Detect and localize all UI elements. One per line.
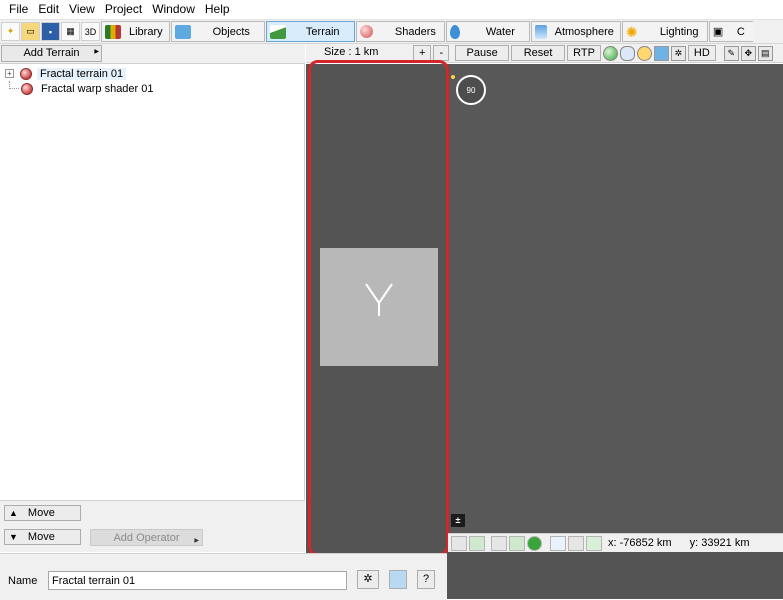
cloud-preview-icon[interactable] [619, 45, 635, 61]
tab-terrain[interactable]: Terrain [265, 21, 355, 42]
tab-lighting[interactable]: ✺ Lighting [621, 21, 708, 42]
brush-icon[interactable]: ✎ [723, 45, 739, 61]
terrain-node-icon [20, 67, 32, 80]
tab-shaders-label: Shaders [394, 25, 436, 38]
viewport-status-bar: x: -76852 km y: 33921 km [448, 533, 783, 552]
tab-water-label: Water [485, 25, 515, 38]
camera-view-icon[interactable] [451, 535, 467, 551]
water-icon [449, 24, 460, 39]
zoom-toggle-icon[interactable]: ± [451, 514, 465, 527]
move-down-button[interactable]: ▼ Move [4, 529, 81, 545]
refresh-icon[interactable] [527, 535, 542, 551]
name-label: Name [8, 575, 38, 587]
add-operator-button[interactable]: Add Operator ▶ [90, 529, 203, 546]
zoom-out-button[interactable]: - [433, 45, 450, 61]
tab-lighting-label: Lighting [659, 25, 699, 38]
help-button[interactable]: ? [417, 570, 435, 589]
preview-button[interactable] [389, 570, 407, 589]
hd-button[interactable]: HD [687, 45, 716, 61]
dropdown-arrow-icon: ▶ [194, 538, 199, 544]
arrow-down-icon: ▼ [9, 532, 18, 542]
menu-bar: File Edit View Project Window Help [0, 0, 783, 18]
view-options-icon[interactable]: ▤ [757, 45, 773, 61]
move-up-button[interactable]: ▲ Move [4, 505, 81, 521]
tree-item-label: Fractal warp shader 01 [41, 82, 154, 95]
tab-library[interactable]: Library [101, 21, 170, 42]
new-project-icon[interactable]: ✦ [1, 22, 20, 41]
tab-objects[interactable]: Objects [170, 21, 265, 42]
open-project-icon[interactable]: ▭ [21, 22, 40, 41]
tree-item-fractal-warp-shader[interactable]: Fractal warp shader 01 [9, 80, 157, 96]
3d-preview-icon[interactable]: 3D [81, 22, 100, 41]
terrain-tree: + Fractal terrain 01 Fractal warp shader… [0, 64, 305, 500]
fullscreen-icon[interactable] [568, 535, 584, 551]
tree-item-fractal-terrain[interactable]: + Fractal terrain 01 [5, 66, 127, 81]
move-tool-icon[interactable]: ✥ [740, 45, 756, 61]
compass-value: 90 [466, 85, 476, 95]
add-terrain-label: Add Terrain [23, 47, 80, 59]
terrain-view-icon[interactable] [469, 535, 485, 551]
menu-edit[interactable]: Edit [33, 0, 64, 18]
camera-terrain-icon[interactable] [491, 535, 507, 551]
x-coordinate: x: -76852 km [608, 537, 672, 549]
eye-icon[interactable] [550, 535, 566, 551]
rtp-button[interactable]: RTP [567, 45, 601, 61]
tab-objects-label: Objects [212, 25, 250, 38]
expand-icon[interactable]: + [5, 69, 14, 78]
dropdown-arrow-icon: ▶ [94, 49, 99, 55]
arrow-up-icon: ▲ [9, 508, 18, 518]
render-settings-icon[interactable]: ▦ [61, 22, 80, 41]
library-icon [105, 24, 121, 39]
cube-preview-icon[interactable] [653, 45, 669, 61]
menu-project[interactable]: Project [100, 0, 147, 18]
save-icon[interactable]: ▪ [41, 22, 60, 41]
tab-library-label: Library [129, 25, 163, 38]
atmosphere-icon [534, 24, 547, 39]
operator-panel: ▲ Move ▼ Move Add Operator ▶ [0, 500, 305, 552]
move-up-label: Move [27, 507, 55, 519]
sun-preview-icon[interactable] [636, 45, 652, 61]
tab-terrain-label: Terrain [305, 25, 340, 38]
add-terrain-button[interactable]: Add Terrain ▶ [1, 45, 102, 62]
main-toolbar: ✦ ▭ ▪ ▦ 3D Library Objects Terrain Shade… [0, 19, 783, 44]
pause-button[interactable]: Pause [455, 45, 510, 61]
curve-icon[interactable] [586, 535, 602, 551]
tab-shaders[interactable]: Shaders [355, 21, 445, 42]
terrain-panel-toolbar: Add Terrain ▶ [0, 44, 305, 64]
landscape-icon[interactable] [509, 535, 525, 551]
settings-gear-icon[interactable]: ✲ [670, 45, 686, 61]
sphere-preview-icon[interactable] [602, 45, 618, 61]
compass-icon[interactable]: 90 [456, 75, 486, 105]
tab-atmosphere-label: Atmosphere [554, 25, 614, 38]
cameras-icon: ▣ [712, 25, 724, 38]
menu-view[interactable]: View [64, 0, 100, 18]
shaders-icon [359, 25, 373, 38]
tab-cameras[interactable]: ▣ C [708, 21, 753, 42]
tree-item-label: Fractal terrain 01 [37, 67, 127, 80]
move-down-label: Move [27, 531, 55, 543]
lighting-icon: ✺ [625, 23, 638, 40]
size-label: Size : 1 km [324, 46, 379, 58]
menu-file[interactable]: File [4, 0, 33, 18]
tab-cameras-label: C [736, 25, 745, 38]
y-coordinate: y: 33921 km [689, 537, 750, 549]
highlight-frame [308, 60, 449, 556]
tab-atmosphere[interactable]: Atmosphere [530, 21, 621, 42]
settings-button[interactable]: ✲ [357, 570, 379, 589]
menu-help[interactable]: Help [200, 0, 235, 18]
zoom-in-button[interactable]: + [413, 45, 432, 61]
3d-preview-area[interactable] [450, 64, 783, 534]
name-panel: Name ✲ ? [0, 553, 447, 600]
terrain-icon [269, 24, 286, 39]
tree-connector [9, 80, 19, 89]
light-indicator-icon [451, 75, 455, 79]
tab-water[interactable]: Water [445, 21, 530, 42]
objects-icon [174, 24, 191, 39]
menu-window[interactable]: Window [147, 0, 200, 18]
name-field[interactable] [48, 571, 347, 590]
add-operator-label: Add Operator [113, 532, 180, 544]
shader-node-icon [21, 82, 33, 95]
reset-button[interactable]: Reset [511, 45, 566, 61]
